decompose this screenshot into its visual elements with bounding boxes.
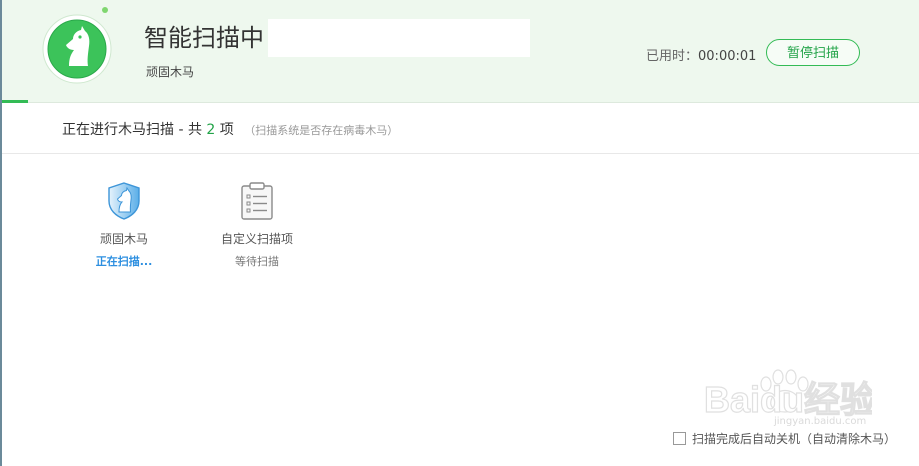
- watermark-text: Baidu经验: [704, 379, 872, 420]
- elapsed-label: 已用时：: [646, 49, 699, 64]
- title-redaction-box: [268, 19, 530, 57]
- scan-item-state: 等待扫描: [235, 255, 279, 268]
- pause-scan-button[interactable]: 暂停扫描: [766, 39, 860, 66]
- status-prefix: 正在进行木马扫描 - 共: [62, 122, 202, 138]
- status-suffix: 项: [219, 122, 234, 138]
- elapsed-time: 已用时：00:00:01: [646, 45, 756, 64]
- watermark-sub: jingyan.baidu.com: [773, 416, 866, 426]
- scan-item-state: 正在扫描...: [95, 255, 153, 268]
- auto-shutdown-checkbox[interactable]: [673, 432, 686, 445]
- horse-shield-logo-icon: [42, 14, 112, 84]
- auto-shutdown-option[interactable]: 扫描完成后自动关机（自动清除木马）: [673, 430, 896, 447]
- scan-status-bar: 正在进行木马扫描 - 共 2 项 （扫描系统是否存在病毒木马）: [2, 103, 919, 154]
- scan-item-trojan: 顽固木马 正在扫描...: [69, 181, 179, 269]
- scan-item-name: 顽固木马: [99, 232, 148, 246]
- title-row: 智能扫描中: [144, 19, 530, 57]
- clipboard-list-icon: [241, 182, 273, 220]
- auto-shutdown-label: 扫描完成后自动关机（自动清除木马）: [692, 432, 897, 446]
- baidu-jingyan-watermark: Baidu经验 jingyan.baidu.com: [702, 368, 877, 427]
- status-count: 2: [206, 122, 216, 138]
- scan-item-custom: 自定义扫描项 等待扫描: [202, 181, 312, 269]
- page-title: 智能扫描中: [144, 24, 264, 52]
- status-hint: （扫描系统是否存在病毒木马）: [244, 124, 399, 137]
- logo-sparkle-dot: [102, 7, 108, 13]
- scan-item-name: 自定义扫描项: [220, 232, 293, 246]
- scan-status-text: 正在进行木马扫描 - 共 2 项 （扫描系统是否存在病毒木马）: [62, 119, 398, 139]
- current-scan-item: 顽固木马: [146, 65, 195, 79]
- shield-horse-icon: [108, 182, 140, 220]
- elapsed-value: 00:00:01: [698, 49, 757, 64]
